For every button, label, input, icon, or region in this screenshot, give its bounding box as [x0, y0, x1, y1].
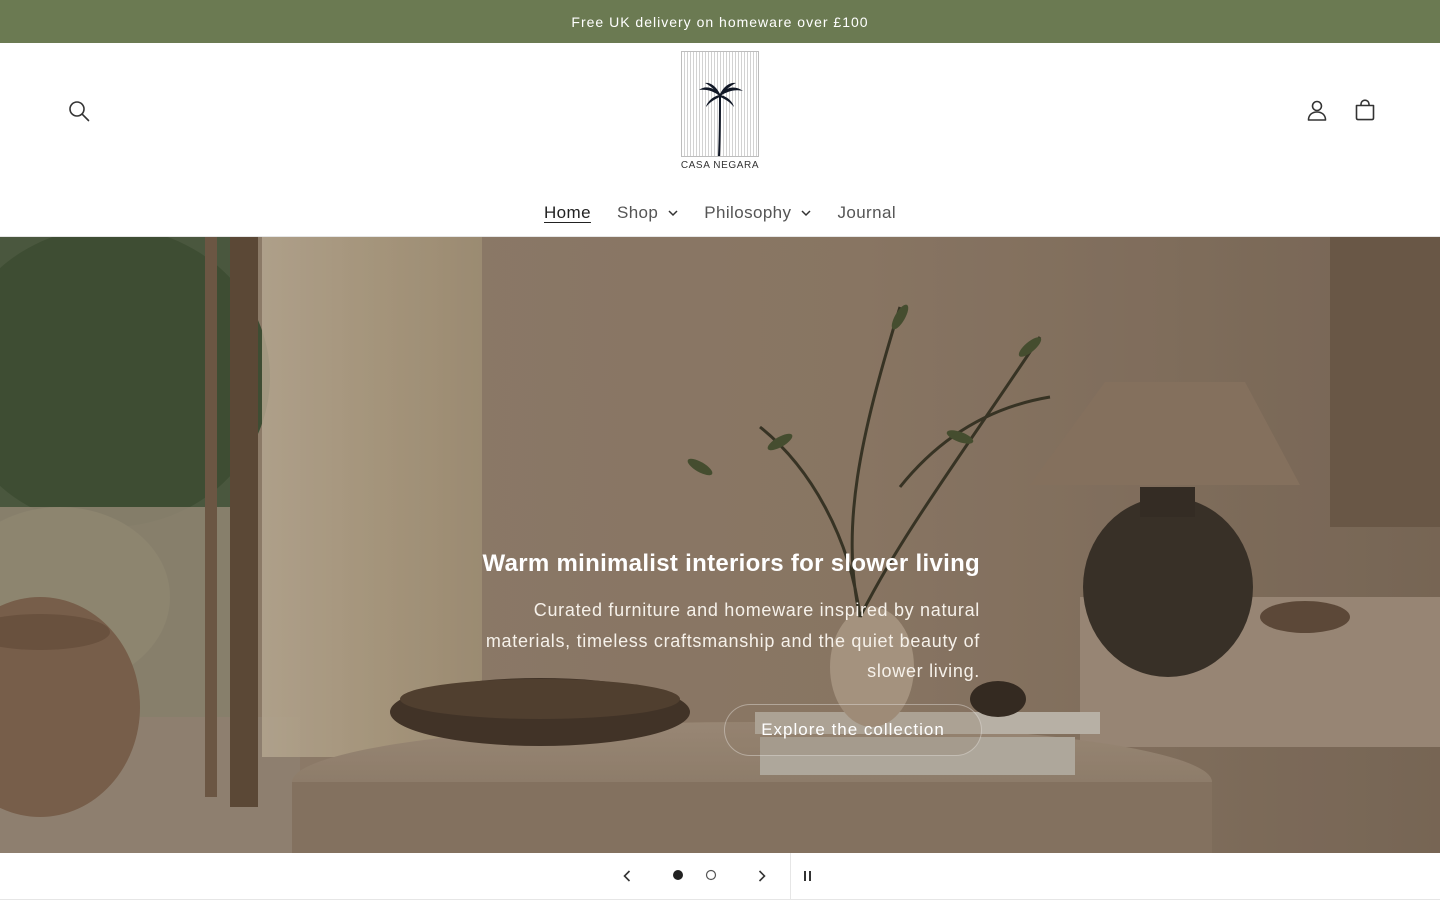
nav-item-label: Philosophy — [704, 203, 792, 222]
hero-title: Warm minimalist interiors for slower liv… — [482, 550, 980, 577]
account-button[interactable] — [1295, 88, 1339, 132]
search-button[interactable] — [57, 89, 101, 133]
chevron-down-icon — [801, 209, 811, 216]
announcement-text: Free UK delivery on homeware over £100 — [571, 13, 869, 30]
main-nav: Home Shop Philosophy Journal — [0, 191, 1440, 235]
previous-slide-button[interactable] — [612, 861, 642, 891]
brand-logo[interactable]: CASA NEGARA — [676, 51, 764, 173]
site-header: CASA NEGARA Home Shop Philosophy Journal — [0, 43, 1440, 237]
hero-overlay — [0, 237, 1440, 853]
controls-divider — [790, 853, 791, 899]
slide-dot-2[interactable] — [701, 865, 721, 885]
nav-item-philosophy[interactable]: Philosophy — [691, 203, 824, 223]
shopping-bag-icon — [1355, 99, 1375, 121]
nav-item-label: Shop — [616, 203, 659, 222]
palm-tree-logo-icon — [681, 51, 759, 157]
announcement-bar: Free UK delivery on homeware over £100 — [0, 0, 1440, 43]
user-icon — [1307, 100, 1327, 121]
explore-collection-button[interactable]: Explore the collection — [724, 704, 982, 756]
hero-subtitle-line: Curated furniture and homeware inspired … — [533, 600, 980, 620]
nav-item-journal[interactable]: Journal — [824, 203, 909, 223]
hero-subtitle-line: materials, timeless craftsmanship and th… — [485, 630, 980, 651]
logo-text: CASA NEGARA — [680, 160, 760, 171]
hero-subtitle: Curated furniture and homeware inspired … — [460, 595, 980, 687]
pause-slideshow-button[interactable] — [793, 861, 823, 891]
next-slide-button[interactable] — [747, 861, 777, 891]
nav-item-label: Journal — [837, 203, 896, 222]
cart-button[interactable] — [1343, 88, 1387, 132]
nav-item-shop[interactable]: Shop — [604, 203, 691, 223]
inactive-dot-icon — [705, 869, 717, 881]
active-dot-icon — [673, 870, 683, 880]
slide-dot-1[interactable] — [668, 865, 688, 885]
chevron-down-icon — [668, 209, 678, 216]
nav-item-label: Home — [544, 203, 591, 222]
chevron-right-icon — [758, 870, 766, 882]
pause-icon — [804, 871, 811, 881]
hero-slide: Warm minimalist interiors for slower liv… — [0, 237, 1440, 853]
hero-subtitle-line: slower living. — [867, 661, 980, 681]
hero-content: Warm minimalist interiors for slower liv… — [460, 547, 980, 687]
search-icon — [69, 101, 90, 122]
slideshow-controls — [0, 853, 1440, 900]
nav-item-home[interactable]: Home — [531, 203, 604, 223]
chevron-left-icon — [623, 870, 631, 882]
